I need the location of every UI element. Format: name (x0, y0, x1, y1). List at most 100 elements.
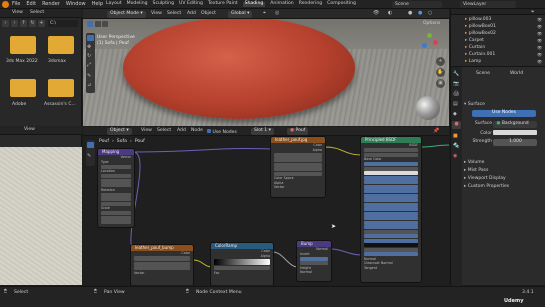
transmission-field[interactable] (364, 234, 418, 238)
strength-field[interactable]: 1.000 (493, 139, 538, 146)
location-x-field[interactable] (101, 174, 131, 178)
folder-item-2[interactable]: 3dsmax (44, 36, 78, 72)
metallic-field[interactable] (364, 184, 418, 189)
view-layer-selector[interactable]: ViewLayer (460, 1, 516, 8)
blender-logo-icon[interactable] (2, 1, 9, 8)
anisotropic-field[interactable] (364, 202, 418, 207)
world-tab-icon[interactable]: ● (452, 121, 461, 129)
clearcoat-roughness-field[interactable] (364, 225, 418, 229)
object-tab-icon[interactable]: ■ (453, 133, 458, 139)
rotation-y-field[interactable] (101, 197, 131, 201)
image-view-menu[interactable]: View (24, 127, 35, 133)
transmission-roughness-field[interactable] (364, 238, 418, 243)
refresh-icon[interactable]: ↻ (29, 20, 36, 27)
sheen-field[interactable] (364, 211, 418, 216)
folder-item-3[interactable]: Adobe (6, 79, 40, 115)
viewport-object-menu[interactable]: Object (201, 11, 216, 17)
mapping-type-field[interactable] (101, 164, 131, 169)
snap-icon[interactable]: ⌖ (263, 11, 266, 16)
eye-icon[interactable]: 👁 (537, 38, 542, 43)
menu-help[interactable]: Help (92, 2, 103, 7)
specular-tint-field[interactable] (364, 193, 418, 198)
colorramp-node[interactable]: ColorRamp Color Alpha Fac (211, 243, 273, 285)
visibility-icon[interactable]: 👁 (373, 11, 379, 16)
select-box-icon[interactable] (87, 21, 93, 27)
bump-projection-field[interactable] (134, 266, 190, 270)
projection-field[interactable] (274, 162, 322, 167)
navigation-gizmo[interactable] (419, 31, 441, 53)
back-arrow-icon[interactable]: ‹ (2, 20, 9, 27)
ramp-position-field[interactable] (214, 266, 270, 270)
gizmo-z-axis[interactable] (422, 43, 427, 48)
subsurface-color-field[interactable] (364, 171, 418, 175)
new-folder-icon[interactable]: + (38, 20, 45, 27)
emission-field[interactable] (364, 243, 418, 247)
menu-file[interactable]: File (12, 2, 20, 7)
filter-icon[interactable]: ⏷ (531, 9, 535, 15)
subsurface-anisotropy-field[interactable] (364, 180, 418, 184)
folder-item-1[interactable]: 3ds Max 2022 (6, 36, 40, 72)
pouf-object[interactable] (123, 17, 355, 119)
location-z-field[interactable] (101, 183, 131, 187)
shading-rendered-icon[interactable]: ○ (428, 11, 432, 16)
tab-rendering[interactable]: Rendering (299, 1, 322, 7)
image-selector-field[interactable] (274, 152, 322, 158)
viewport-view-menu[interactable]: View (151, 11, 162, 17)
outliner-item[interactable]: ▸ Lamp (465, 58, 545, 65)
use-nodes-button[interactable]: Use Nodes (472, 110, 536, 117)
color-swatch[interactable] (493, 130, 538, 135)
annotate-tool-icon[interactable]: ✎ (87, 73, 91, 79)
outliner-item[interactable]: ▸ pillow.003 (465, 16, 545, 23)
path-field[interactable]: C:\ (48, 20, 78, 27)
mist-pass-section[interactable]: ▸ Mist Pass (464, 167, 544, 175)
menu-window[interactable]: Window (66, 2, 86, 7)
tab-shading[interactable]: Shading (242, 1, 266, 7)
camera-view-icon[interactable]: ▣ (436, 79, 445, 88)
bump-image-texture-node[interactable]: leather_pouf_bump Color Vector (131, 245, 193, 285)
view-layer-tab-icon[interactable]: ▤ (453, 101, 458, 107)
source-field[interactable] (274, 171, 322, 176)
subsurface-field[interactable] (364, 162, 418, 166)
output-tab-icon[interactable]: 🖨 (453, 91, 459, 97)
outliner-item[interactable]: ▸ pillowBox02 (465, 30, 545, 37)
extension-field[interactable] (274, 167, 322, 171)
shader-editor[interactable]: Object ▾ View Select Add Node Use Nodes … (83, 127, 449, 285)
scale-z-field[interactable] (101, 220, 131, 224)
clearcoat-field[interactable] (364, 220, 418, 225)
tool-tab-icon[interactable]: 🔧 (453, 71, 459, 77)
subsurface-radius-field[interactable] (364, 166, 418, 171)
sheen-tint-field[interactable] (364, 216, 418, 220)
zoom-icon[interactable]: + (436, 57, 445, 66)
viewport-select-menu[interactable]: Select (167, 11, 181, 17)
tab-compositing[interactable]: Compositing (327, 1, 356, 7)
overlay-icon[interactable]: ◐ (388, 11, 392, 16)
alpha-field[interactable] (364, 252, 418, 256)
modifier-tab-icon[interactable]: 🔩 (453, 143, 459, 149)
bump-distance-field[interactable] (300, 261, 328, 265)
file-select-menu[interactable]: Select (30, 10, 44, 16)
menu-render[interactable]: Render (42, 2, 60, 7)
principled-bsdf-node[interactable]: Principled BSDF BSDF Base Color Normal C… (361, 137, 421, 282)
select-mode-icon[interactable] (95, 21, 101, 27)
mapping-node[interactable]: Mapping Vector Type Location Rotation Sc… (98, 149, 134, 227)
scale-tool-icon[interactable]: ⤢ (87, 62, 91, 68)
volume-section[interactable]: ▸ Volume (464, 159, 544, 167)
shading-solid-icon[interactable]: ● (408, 11, 412, 16)
eye-icon[interactable]: 👁 (537, 17, 542, 22)
anisotropic-rotation-field[interactable] (364, 207, 418, 211)
roughness-field[interactable] (364, 198, 418, 202)
tab-modeling[interactable]: Modeling (127, 1, 148, 7)
scene-selector[interactable]: Scene (392, 1, 442, 8)
viewport-add-menu[interactable]: Add (187, 11, 196, 17)
tab-animation[interactable]: Animation (270, 1, 293, 7)
cursor-tool-icon[interactable] (87, 35, 94, 41)
tab-layout[interactable]: Layout (106, 1, 122, 7)
tab-texture-paint[interactable]: Texture Paint (208, 1, 238, 7)
pan-hand-icon[interactable]: ✋ (436, 68, 445, 77)
outliner-item[interactable]: ▸ Curtain (465, 44, 545, 51)
folder-item-4[interactable]: Assassin's C... (44, 79, 78, 115)
move-tool-icon[interactable]: ✥ (87, 44, 91, 50)
transform-orientation-dropdown[interactable]: Global ▾ (228, 11, 253, 18)
scale-x-field[interactable] (101, 211, 131, 215)
parent-folder-icon[interactable]: ↑ (20, 20, 27, 27)
